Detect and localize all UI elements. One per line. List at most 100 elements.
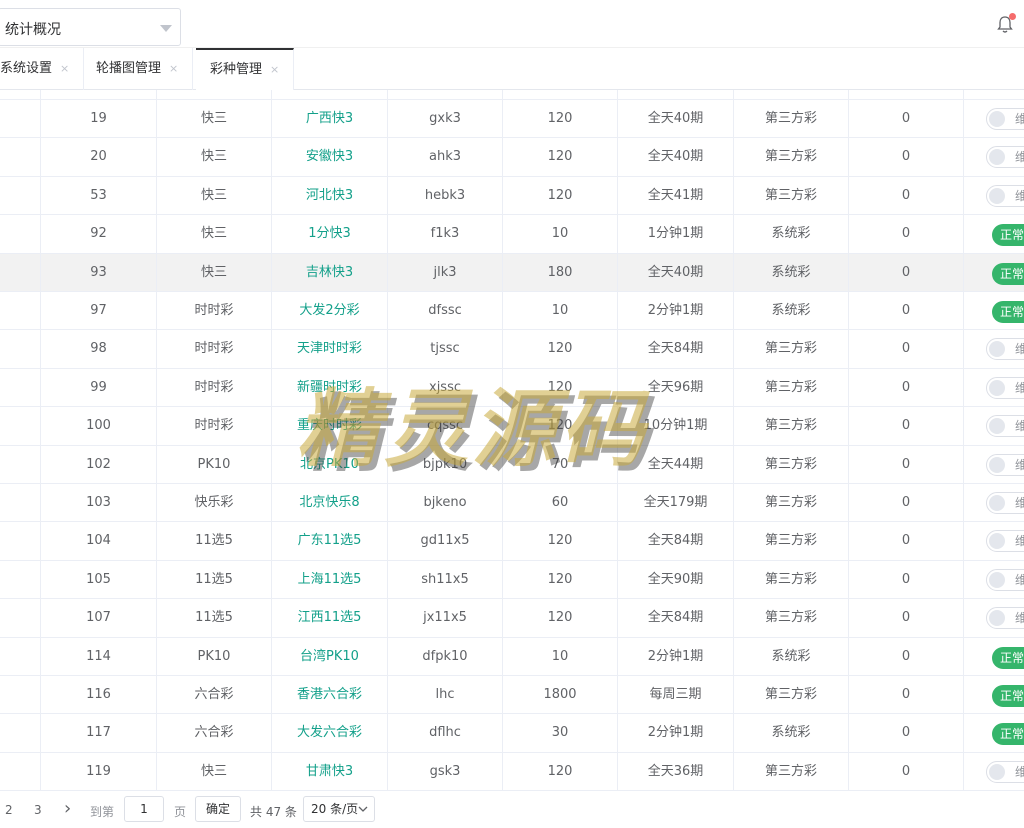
close-icon[interactable]: × (60, 62, 69, 75)
close-icon[interactable]: × (169, 62, 178, 75)
status-switch-off[interactable]: 维护 (986, 760, 1024, 783)
cell-name[interactable]: 江西11选5 (271, 599, 387, 638)
status-switch-off[interactable]: 维护 (986, 568, 1024, 591)
cell-code: xjssc (387, 368, 502, 407)
chevron-down-icon (160, 25, 172, 32)
table-row[interactable]: 20快三安徽快3ahk3120全天40期第三方彩0 维护 (0, 138, 1024, 177)
status-label: 维护 (1015, 112, 1024, 126)
close-icon[interactable]: × (270, 63, 279, 76)
cell-name[interactable]: 天津时时彩 (271, 330, 387, 369)
switch-knob (989, 149, 1005, 166)
cell-source: 第三方彩 (733, 176, 848, 215)
cell-name[interactable]: 重庆时时彩 (271, 407, 387, 446)
cell-source: 第三方彩 (733, 368, 848, 407)
tab-lottery-management[interactable]: 彩种管理 × (196, 48, 295, 90)
cell-name[interactable]: 香港六合彩 (271, 676, 387, 714)
table-row[interactable]: 97 时时彩 大发2分彩 dfssc 10 2分钟1期 系统彩 0 正常 (0, 292, 1024, 331)
goto-page-input[interactable]: 1 (124, 796, 164, 822)
table-row[interactable]: 103快乐彩北京快乐8bjkeno60全天179期第三方彩0 维护 (0, 484, 1024, 523)
bell-icon[interactable] (997, 13, 1016, 34)
page-3-link[interactable]: 3 (34, 803, 42, 817)
cell-name[interactable]: 广东11选5 (271, 522, 387, 561)
chevron-right-icon[interactable]: › (64, 798, 71, 819)
cell-id: 100 (40, 407, 156, 446)
status-switch-off[interactable]: 维护 (986, 184, 1024, 207)
table-row[interactable]: 92 快三 1分快3 f1k3 10 1分钟1期 系统彩 0 正常 (0, 215, 1024, 254)
status-switch-on[interactable]: 正常 (992, 301, 1024, 323)
cell-name[interactable]: 新疆时时彩 (271, 368, 387, 407)
table-row[interactable]: 117 六合彩 大发六合彩 dflhc 30 2分钟1期 系统彩 0 正常 (0, 714, 1024, 753)
confirm-button[interactable]: 确定 (195, 796, 241, 822)
table-row[interactable]: 10711选5江西11选5jx11x5120全天84期第三方彩0 维护 (0, 599, 1024, 638)
cell-status: 正常 (963, 292, 1024, 330)
cell-id: 107 (40, 599, 156, 638)
status-switch-off[interactable]: 维护 (986, 492, 1024, 514)
status-switch-off[interactable]: 维护 (986, 108, 1024, 130)
cell-name[interactable]: 北京快乐8 (271, 484, 387, 522)
cell-status: 维护 (963, 368, 1024, 407)
cell-periods: 1分钟1期 (617, 215, 733, 254)
cell-name[interactable]: 大发2分彩 (271, 292, 387, 330)
cell-name[interactable]: 安徽快3 (271, 138, 387, 177)
status-switch-on[interactable]: 正常 (992, 685, 1024, 707)
tab-label: 轮播图管理 (96, 61, 162, 76)
table-row[interactable]: 93 快三 吉林快3 jlk3 180 全天40期 系统彩 0 正常 (0, 253, 1024, 292)
cell-type: 时时彩 (156, 330, 271, 369)
status-switch-on[interactable]: 正常 (992, 723, 1024, 746)
cell-seconds: 10 (502, 215, 617, 254)
page-size-select[interactable]: 20 条/页 (303, 796, 375, 822)
status-switch-off[interactable]: 维护 (986, 376, 1024, 399)
status-switch-off[interactable]: 维护 (986, 530, 1024, 553)
status-label: 正常 (1000, 727, 1024, 742)
status-switch-off[interactable]: 维护 (986, 146, 1024, 169)
switch-knob (989, 418, 1005, 435)
status-label: 维护 (1015, 189, 1024, 203)
cell-sort: 0 (848, 176, 963, 215)
cell-sort: 0 (848, 368, 963, 407)
table-row[interactable]: 114 PK10 台湾PK10 dfpk10 10 2分钟1期 系统彩 0 正常 (0, 637, 1024, 676)
table-row[interactable]: 53快三河北快3hebk3120全天41期第三方彩0 维护 (0, 176, 1024, 216)
table-row[interactable]: 19快三广西快3gxk3120全天40期第三方彩0 维护 (0, 100, 1024, 139)
cell-name[interactable]: 吉林快3 (271, 253, 387, 292)
cell-name[interactable]: 北京PK10 (271, 445, 387, 484)
view-select[interactable]: 统计概况 (0, 8, 181, 46)
cell-name[interactable]: 台湾PK10 (271, 637, 387, 676)
table-row[interactable]: 119快三甘肃快3gsk3120全天36期第三方彩0 维护 (0, 752, 1024, 792)
cell-status: 正常 (963, 714, 1024, 753)
cell-id: 119 (40, 752, 156, 791)
cell-seconds: 180 (502, 253, 617, 292)
status-switch-on[interactable]: 正常 (992, 224, 1024, 247)
table-cell (40, 90, 156, 100)
cell-name[interactable]: 甘肃快3 (271, 752, 387, 791)
table-row[interactable]: 100时时彩重庆时时彩cqssc12010分钟1期第三方彩0 维护 (0, 407, 1024, 446)
cell-name[interactable]: 上海11选5 (271, 560, 387, 599)
status-switch-on[interactable]: 正常 (992, 262, 1024, 285)
cell-name[interactable]: 大发六合彩 (271, 714, 387, 753)
cell-sort: 0 (848, 138, 963, 177)
table-row[interactable]: 102PK10北京PK10bjpk1070全天44期第三方彩0 维护 (0, 445, 1024, 484)
status-switch-on[interactable]: 正常 (992, 646, 1024, 669)
status-switch-off[interactable]: 维护 (986, 607, 1024, 630)
cell-sort: 0 (848, 522, 963, 561)
cell-source: 第三方彩 (733, 522, 848, 561)
tab-system-settings[interactable]: 系统设置 × (0, 48, 85, 90)
status-switch-off[interactable]: 维护 (986, 338, 1024, 361)
cell-code: bjpk10 (387, 445, 502, 484)
table-row[interactable]: 98时时彩天津时时彩tjssc120全天84期第三方彩0 维护 (0, 330, 1024, 369)
status-switch-off[interactable]: 维护 (986, 415, 1024, 438)
cell-name[interactable]: 1分快3 (271, 215, 387, 254)
cell-name[interactable]: 广西快3 (271, 100, 387, 138)
cell-status: 维护 (963, 407, 1024, 446)
cell-name[interactable]: 河北快3 (271, 176, 387, 215)
table-row[interactable]: 116 六合彩 香港六合彩 lhc 1800 每周三期 第三方彩 0 正常 (0, 676, 1024, 715)
table-row[interactable]: 10511选5上海11选5sh11x5120全天90期第三方彩0 维护 (0, 560, 1024, 600)
cell-status: 维护 (963, 100, 1024, 138)
table-row[interactable]: 99时时彩新疆时时彩xjssc120全天96期第三方彩0 维护 (0, 368, 1024, 408)
tab-carousel-management[interactable]: 轮播图管理 × (82, 48, 194, 90)
cell-code: f1k3 (387, 215, 502, 254)
total-count: 共 47 条 (250, 805, 297, 819)
table-row[interactable]: 10411选5广东11选5gd11x5120全天84期第三方彩0 维护 (0, 522, 1024, 561)
cell-status: 正常 (963, 253, 1024, 292)
page-2-link[interactable]: 2 (5, 803, 13, 817)
status-switch-off[interactable]: 维护 (986, 453, 1024, 476)
